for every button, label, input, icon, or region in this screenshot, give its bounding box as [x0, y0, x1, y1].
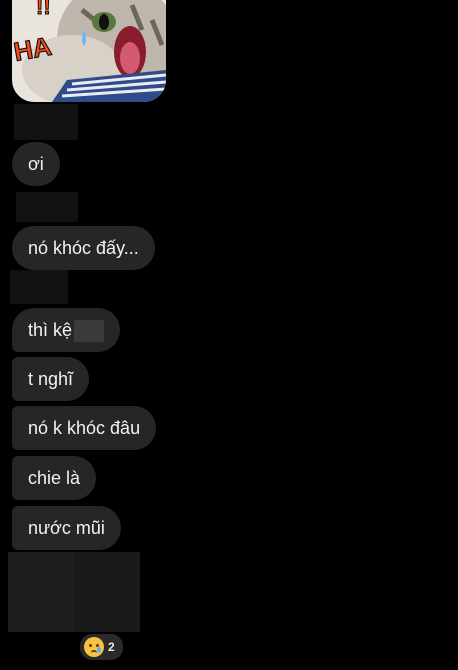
reaction-badge[interactable]: 2	[78, 632, 125, 662]
redacted-message[interactable]	[8, 552, 140, 632]
redacted-area	[16, 192, 78, 222]
sticker-caption-top: !!	[36, 0, 51, 19]
message-text: nó k khóc đâu	[28, 418, 141, 438]
message-bubble[interactable]: thì kệ	[12, 308, 121, 352]
redacted-area	[10, 270, 68, 304]
message-bubble[interactable]: t nghĩ	[12, 357, 90, 401]
message-bubble[interactable]: chie là	[12, 456, 97, 500]
redacted-inline	[74, 320, 105, 343]
message-text: t nghĩ	[28, 369, 74, 389]
message-text: nó khóc đấy...	[28, 238, 139, 258]
cat-sticker-image: HA !!	[12, 0, 166, 102]
crying-face-icon	[84, 637, 104, 657]
redacted-area	[8, 552, 74, 632]
message-text: thì kệ	[28, 320, 73, 340]
message-bubble[interactable]: nó k khóc đâu	[12, 406, 157, 450]
message-bubble[interactable]: nó khóc đấy...	[12, 226, 155, 270]
reaction-count: 2	[108, 640, 115, 654]
redacted-area	[14, 104, 78, 140]
redacted-area	[74, 552, 140, 632]
cat-sticker[interactable]: HA !!	[12, 0, 166, 102]
message-bubble[interactable]: ơi	[12, 142, 60, 186]
message-bubble[interactable]: nước mũi	[12, 506, 121, 550]
message-text: ơi	[28, 154, 44, 174]
message-text: nước mũi	[28, 518, 105, 538]
message-text: chie là	[28, 468, 81, 488]
